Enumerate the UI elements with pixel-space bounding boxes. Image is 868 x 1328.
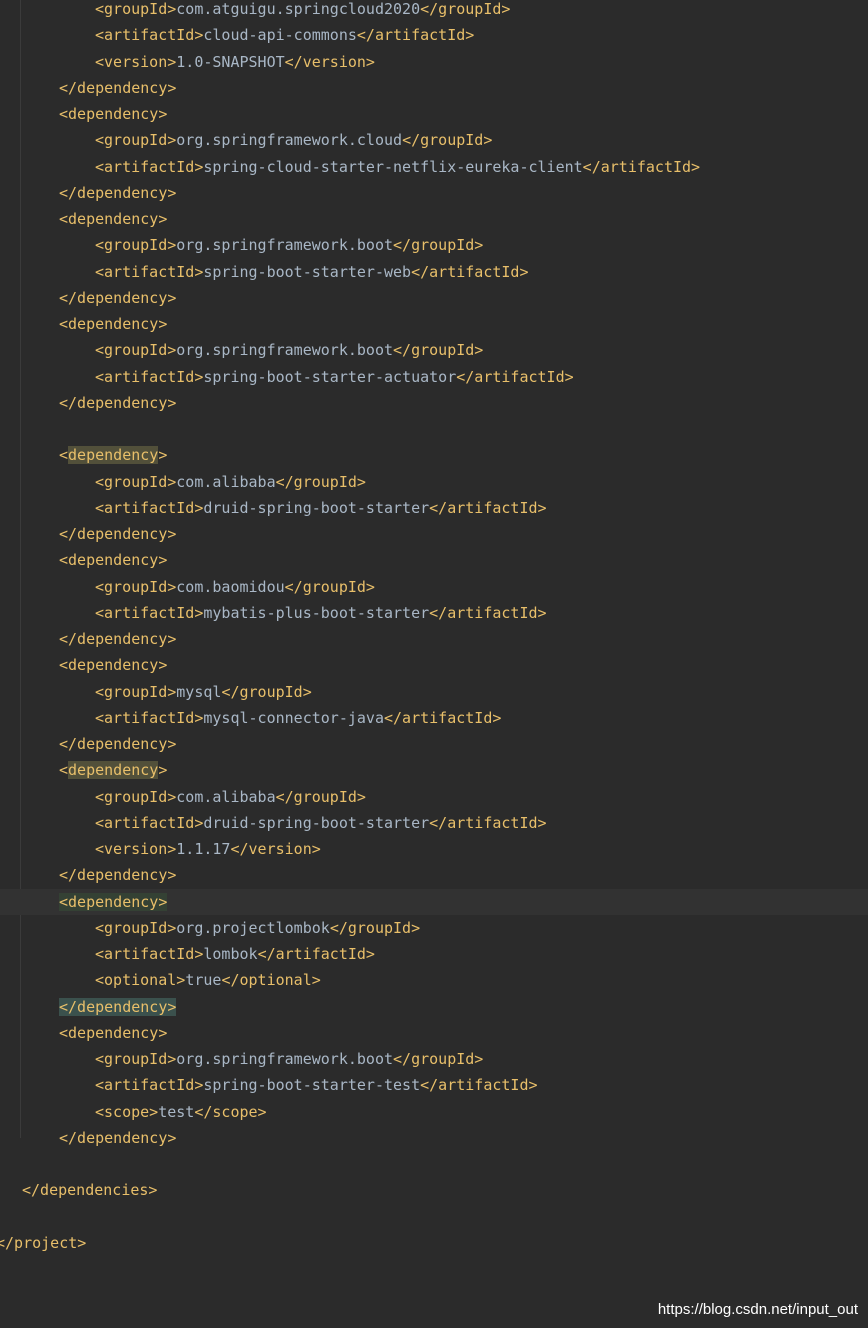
code-line[interactable] <box>0 1151 868 1177</box>
code-text: <optional>true</optional> <box>95 971 321 990</box>
code-line[interactable]: </dependencies> <box>0 1177 868 1203</box>
code-line[interactable] <box>0 416 868 442</box>
code-line[interactable]: </dependency> <box>0 390 868 416</box>
code-text: </dependency> <box>59 525 177 543</box>
code-text: <artifactId>spring-boot-starter-actuator… <box>95 367 574 386</box>
code-line[interactable]: </dependency> <box>0 994 868 1020</box>
code-line[interactable]: <dependency> <box>0 652 868 678</box>
code-line[interactable]: </dependency> <box>0 521 868 547</box>
code-line[interactable]: <artifactId>cloud-api-commons</artifactI… <box>0 22 868 48</box>
code-line[interactable]: <groupId>com.alibaba</groupId> <box>0 784 868 810</box>
code-text: <version>1.0-SNAPSHOT</version> <box>95 52 375 71</box>
code-text: </dependency> <box>59 393 177 412</box>
code-line[interactable]: </dependency> <box>0 180 868 206</box>
code-text: <dependency> <box>59 105 168 123</box>
code-text: </dependencies> <box>22 1181 158 1200</box>
code-line[interactable]: <version>1.0-SNAPSHOT</version> <box>0 49 868 75</box>
code-text: <version>1.1.17</version> <box>95 840 321 858</box>
code-line[interactable]: <artifactId>spring-cloud-starter-netflix… <box>0 154 868 180</box>
code-line[interactable]: </dependency> <box>0 731 868 757</box>
code-editor[interactable]: <groupId>com.atguigu.springcloud2020</gr… <box>0 0 868 1328</box>
code-text: </dependency> <box>59 183 177 202</box>
code-line[interactable]: <artifactId>lombok</artifactId> <box>0 941 868 967</box>
code-text: </dependency> <box>59 288 177 307</box>
code-text: <groupId>org.springframework.boot</group… <box>95 1050 484 1068</box>
code-text: <artifactId>druid-spring-boot-starter</a… <box>95 813 547 832</box>
code-text: </project> <box>0 1233 87 1252</box>
code-text: <groupId>com.baomidou</groupId> <box>95 577 375 596</box>
code-line[interactable]: </dependency> <box>0 626 868 652</box>
code-text: </dependency> <box>59 997 177 1016</box>
code-text: <dependency> <box>59 1023 168 1042</box>
code-text: <groupId>org.springframework.boot</group… <box>95 236 484 255</box>
code-text: <artifactId>cloud-api-commons</artifactI… <box>95 26 475 45</box>
code-line[interactable]: <dependency> <box>0 101 868 127</box>
code-line[interactable]: <groupId>org.springframework.boot</group… <box>0 232 868 258</box>
code-line[interactable]: <version>1.1.17</version> <box>0 836 868 862</box>
code-line[interactable]: <artifactId>spring-boot-starter-actuator… <box>0 364 868 390</box>
code-text: <groupId>com.alibaba</groupId> <box>95 787 366 806</box>
code-text: <artifactId>spring-boot-starter-test</ar… <box>95 1076 538 1095</box>
code-text: <groupId>com.atguigu.springcloud2020</gr… <box>95 0 511 18</box>
code-line[interactable]: </dependency> <box>0 285 868 311</box>
code-line[interactable]: <groupId>org.springframework.boot</group… <box>0 1046 868 1072</box>
code-text: </dependency> <box>59 735 177 753</box>
code-text: </dependency> <box>59 630 177 648</box>
code-text: <dependency> <box>59 761 168 780</box>
code-text: <groupId>org.projectlombok</groupId> <box>95 918 421 937</box>
code-text: <dependency> <box>59 210 168 228</box>
code-text: <groupId>com.alibaba</groupId> <box>95 472 366 491</box>
code-line[interactable]: <artifactId>druid-spring-boot-starter</a… <box>0 810 868 836</box>
code-text: <artifactId>mysql-connector-java</artifa… <box>95 708 502 727</box>
code-line[interactable]: <groupId>org.springframework.cloud</grou… <box>0 127 868 153</box>
code-text: <dependency> <box>59 315 168 333</box>
code-line[interactable]: <scope>test</scope> <box>0 1099 868 1125</box>
code-text: <dependency> <box>59 551 168 570</box>
code-line[interactable]: <groupId>org.projectlombok</groupId> <box>0 915 868 941</box>
code-line[interactable]: <artifactId>mysql-connector-java</artifa… <box>0 705 868 731</box>
code-text: </dependency> <box>59 1128 177 1147</box>
code-line[interactable]: <artifactId>spring-boot-starter-web</art… <box>0 259 868 285</box>
code-line[interactable]: <dependency> <box>0 311 868 337</box>
code-text: <artifactId>mybatis-plus-boot-starter</a… <box>95 603 547 622</box>
code-line[interactable]: <dependency> <box>0 888 868 915</box>
code-line[interactable]: </dependency> <box>0 75 868 101</box>
code-line[interactable]: <artifactId>mybatis-plus-boot-starter</a… <box>0 600 868 626</box>
code-line[interactable]: <artifactId>spring-boot-starter-test</ar… <box>0 1072 868 1098</box>
code-text: <dependency> <box>59 656 168 675</box>
code-line[interactable]: <dependency> <box>0 757 868 783</box>
code-text: <scope>test</scope> <box>95 1102 267 1121</box>
code-line[interactable]: <groupId>com.baomidou</groupId> <box>0 574 868 600</box>
code-line[interactable]: </dependency> <box>0 862 868 888</box>
code-text: <groupId>org.springframework.boot</group… <box>95 341 484 360</box>
code-text: <groupId>org.springframework.cloud</grou… <box>95 131 493 150</box>
code-line[interactable]: <optional>true</optional> <box>0 967 868 993</box>
code-line[interactable]: <dependency> <box>0 206 868 232</box>
code-line[interactable]: <dependency> <box>0 1020 868 1046</box>
watermark-url: https://blog.csdn.net/input_out <box>657 1301 858 1318</box>
code-line[interactable]: <groupId>mysql</groupId> <box>0 679 868 705</box>
code-text: <artifactId>spring-cloud-starter-netflix… <box>95 157 701 176</box>
code-text: <dependency> <box>59 892 168 911</box>
code-line[interactable]: <groupId>com.alibaba</groupId> <box>0 469 868 495</box>
code-line[interactable]: <groupId>com.atguigu.springcloud2020</gr… <box>0 0 868 22</box>
code-line[interactable] <box>0 1204 868 1230</box>
code-text: <groupId>mysql</groupId> <box>95 682 312 701</box>
code-line[interactable]: </dependency> <box>0 1125 868 1151</box>
code-line[interactable]: <artifactId>druid-spring-boot-starter</a… <box>0 495 868 521</box>
code-text: </dependency> <box>59 866 177 885</box>
code-text: <artifactId>spring-boot-starter-web</art… <box>95 262 529 281</box>
code-line[interactable]: <dependency> <box>0 442 868 468</box>
code-text: </dependency> <box>59 78 177 97</box>
code-text: <artifactId>lombok</artifactId> <box>95 945 375 963</box>
code-text: <dependency> <box>59 446 168 465</box>
code-line[interactable]: </project> <box>0 1230 868 1256</box>
code-text: <artifactId>druid-spring-boot-starter</a… <box>95 498 547 517</box>
code-line[interactable]: <dependency> <box>0 547 868 573</box>
code-line[interactable]: <groupId>org.springframework.boot</group… <box>0 337 868 363</box>
